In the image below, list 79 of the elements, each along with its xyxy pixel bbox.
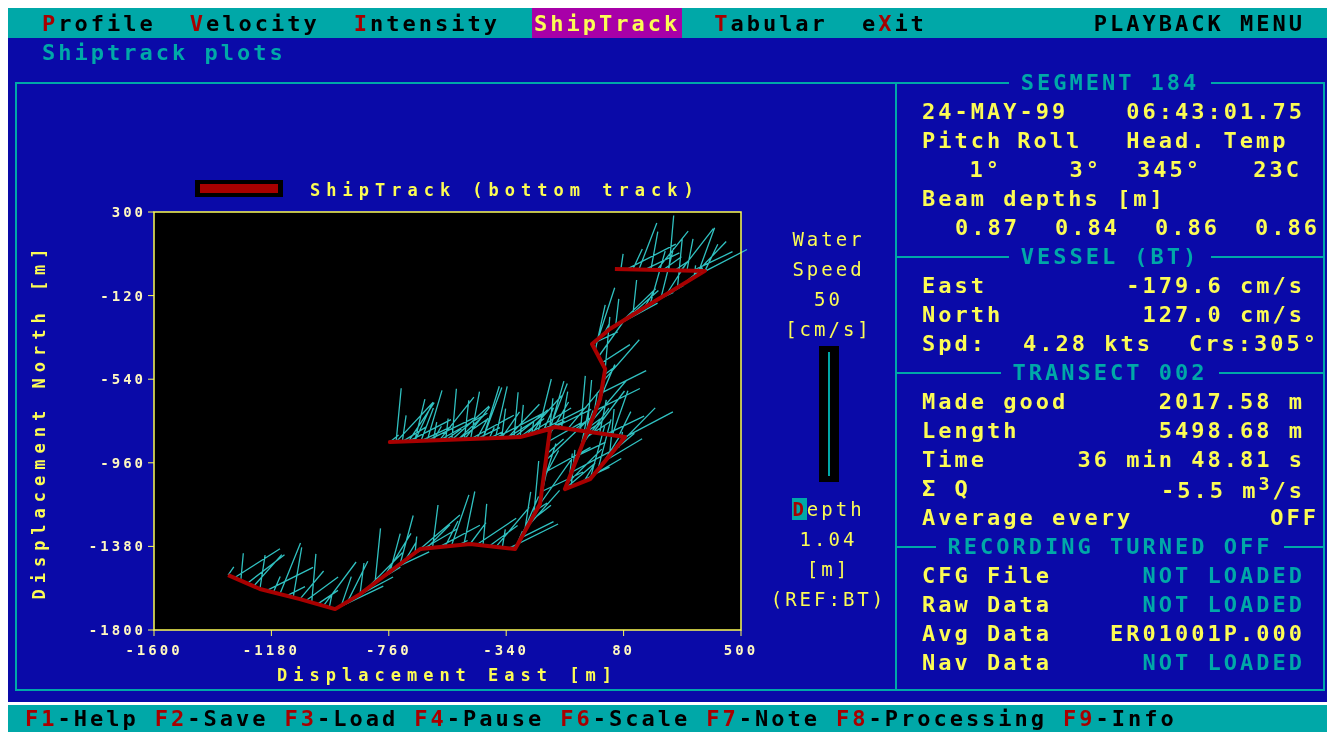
field-label: CFG File [922,563,1052,588]
file-status: ER01001P.000 [1110,621,1305,646]
legend-label: ShipTrack (bottom track) [310,180,700,200]
menu-item[interactable]: P rofile [40,8,158,38]
depth-reference: (REF:BT) [770,587,887,612]
field-value: 23C [1253,157,1302,182]
screen-subtitle: Shiptrack plots [42,40,286,65]
menu-item[interactable]: I ntensity [351,8,502,38]
function-key[interactable]: F2-Save [154,706,269,731]
field-label: Length [922,418,1020,443]
y-tick-label: 300 [111,204,146,220]
field-label: Spd: [922,331,987,356]
column-header: Roll [1017,128,1083,153]
field-value: 0.84 [1055,215,1120,240]
y-axis-title: Displacement North [m] [29,242,49,600]
column-header: Temp [1223,128,1289,153]
field-label: Average every [922,505,1134,530]
function-key[interactable]: F7-Note [706,706,820,731]
y-tick-label: -1800 [88,622,146,638]
field-label: Time [922,447,987,472]
x-tick-label: 500 [723,642,759,658]
function-key[interactable]: F8-Processing [835,706,1048,731]
field-value: 3° [1069,157,1102,182]
function-key[interactable]: F1-Help [25,706,139,731]
field-value: 345° [1137,157,1202,182]
y-tick-label: -1380 [88,538,146,555]
depth-option[interactable]: D epth [792,494,865,524]
field-value: 1° [969,157,1002,182]
field-value: 36 min 48.81 s [1077,447,1305,472]
function-key[interactable]: F6-Scale [560,706,691,731]
column-header: Head. [1126,128,1208,153]
field-value: 5498.68 m [1158,418,1305,443]
scale-label: Water [792,227,865,252]
menu-item[interactable]: eX it [859,8,929,38]
x-axis-title: Displacement East [m] [277,665,618,685]
y-tick-label: -540 [100,371,146,388]
scale-value: 50 [814,287,843,312]
function-key[interactable]: F3-Load [284,706,399,731]
field-value: OFF [1270,505,1319,530]
file-status: NOT LOADED [1142,563,1305,588]
x-tick-label: -1600 [125,642,183,658]
field-value: 0.87 [955,215,1020,240]
scale-label: Speed [792,257,865,282]
menu-item[interactable]: S hipTrack [531,8,683,38]
y-tick-label: -960 [100,454,146,471]
field-label: Nav Data [922,650,1052,675]
y-tick-label: -120 [100,287,146,304]
field-value: 127.0 cm/s [1142,302,1305,327]
depth-value: 1.04 [799,527,858,552]
menu-item[interactable]: Tabular [712,8,830,38]
x-tick-label: -1180 [242,642,300,658]
x-tick-label: 80 [612,642,636,658]
scale-unit: [cm/s] [785,317,872,342]
field-label: North [922,302,1004,327]
field-label: Beam depths [m] [922,186,1166,211]
field-value: 4.28 kts [1023,331,1153,356]
field-label: Σ Q [922,476,971,501]
menu-item[interactable]: Velocity [187,8,322,38]
field-label: 24-MAY-99 [922,99,1069,124]
field-value: Crs:305° [1189,331,1319,356]
column-header: Pitch [922,128,1004,153]
file-status: NOT LOADED [1142,592,1305,617]
field-label: Avg Data [922,621,1052,646]
field-label: East [922,273,987,298]
field-value: 0.86 [1255,215,1320,240]
x-tick-label: -760 [365,642,412,658]
field-value: 06:43:01.75 [1126,99,1305,124]
field-value: 0.86 [1155,215,1220,240]
file-status: NOT LOADED [1142,650,1305,675]
function-key[interactable]: F4-Pause [414,706,545,731]
field-value: 2017.58 m [1158,389,1305,414]
function-key[interactable]: F9-Info [1063,706,1177,731]
field-label: Made good [922,389,1069,414]
depth-unit: [m] [806,557,851,582]
field-label: Raw Data [922,592,1052,617]
field-value: -5.5 m$^{3}$/s [1160,473,1305,504]
menu-title: PLAYBACK MENU [1093,10,1305,36]
field-value: -179.6 cm/s [1126,273,1305,298]
x-tick-label: -340 [483,642,530,658]
